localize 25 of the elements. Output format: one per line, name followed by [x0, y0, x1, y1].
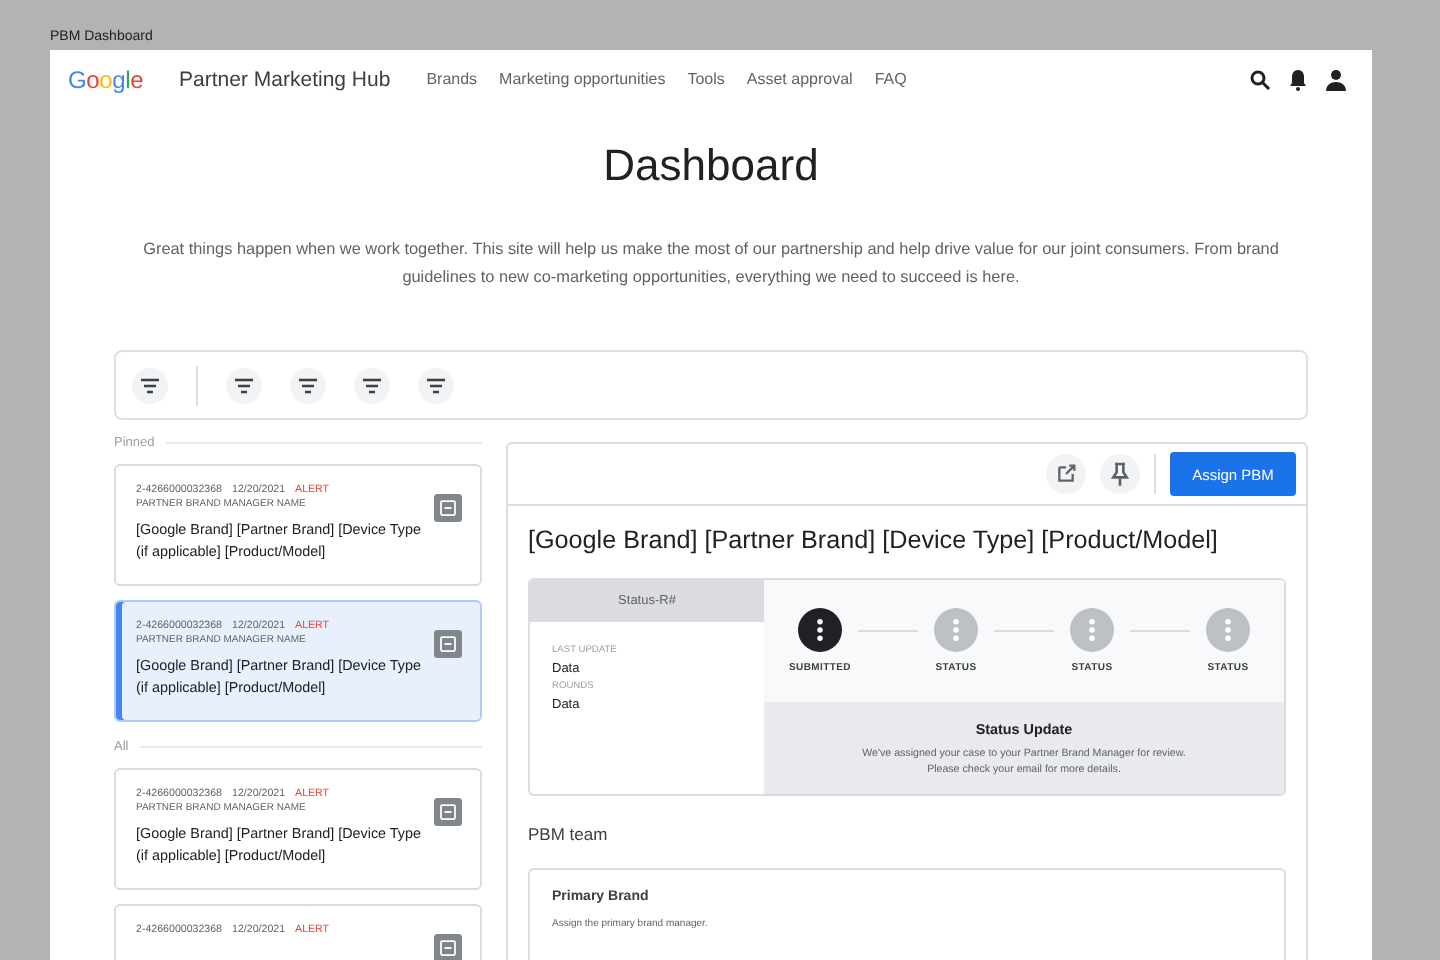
case-heading: [Google Brand] [Partner Brand] [Device Type] [Product/Model] — [528, 526, 1220, 554]
filter-icon[interactable] — [354, 367, 390, 403]
bell-icon[interactable] — [1286, 67, 1310, 91]
filter-icon[interactable] — [290, 367, 326, 403]
archive-icon[interactable] — [434, 934, 462, 960]
filter-icon[interactable] — [418, 367, 454, 403]
nav-link[interactable]: FAQ — [874, 70, 907, 88]
intro-text: Great things happen when we work together. This site will help us make the most of our partnership and help drive value for our joint consumers. From brand guidelines to new co-marketing opportunities, everything we need to succeed is here. — [141, 238, 1281, 290]
archive-icon[interactable] — [434, 630, 462, 658]
archive-icon[interactable] — [434, 798, 462, 826]
filter-icon[interactable] — [132, 367, 168, 403]
open-in-new-icon[interactable] — [1046, 454, 1086, 494]
search-icon[interactable] — [1248, 67, 1272, 91]
page-heading: Dashboard — [601, 138, 821, 194]
archive-icon[interactable] — [434, 494, 462, 522]
team-heading: PBM team — [528, 824, 610, 844]
person-icon[interactable] — [1324, 67, 1348, 91]
nav-link[interactable]: Tools — [687, 70, 725, 88]
pin-icon[interactable] — [1100, 454, 1140, 494]
google-logo[interactable]: Google — [68, 65, 144, 93]
filter-icon[interactable] — [226, 367, 262, 403]
nav-link[interactable]: Asset approval — [746, 70, 853, 88]
nav-link[interactable]: Brands — [426, 70, 478, 88]
site-title: Partner Marketing Hub — [179, 67, 391, 91]
nav-link[interactable]: Marketing opportunities — [499, 70, 666, 88]
